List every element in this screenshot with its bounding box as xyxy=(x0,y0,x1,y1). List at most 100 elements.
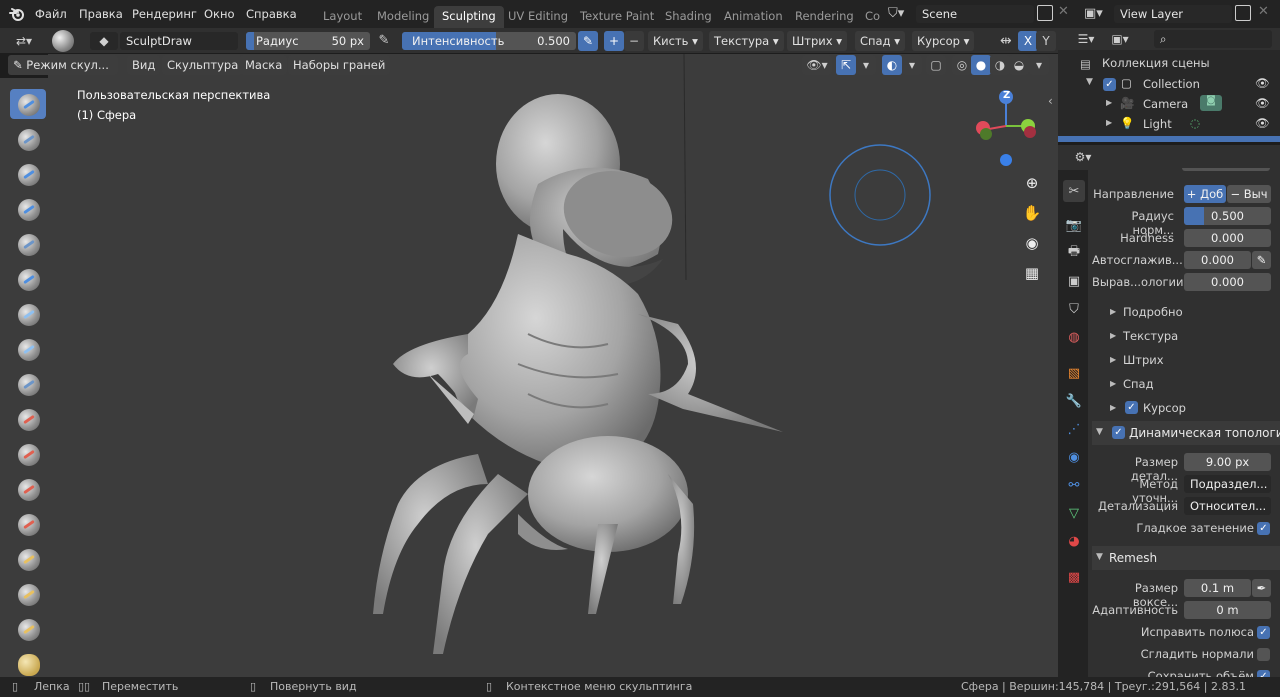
zoom-icon[interactable]: ⊕ xyxy=(1019,170,1045,196)
symmetry-icon[interactable]: ⇹ xyxy=(1000,32,1018,50)
tab-rendering[interactable]: Rendering xyxy=(787,6,862,28)
outliner-item-collection[interactable]: Collection xyxy=(1143,77,1200,91)
menu-view[interactable]: Вид xyxy=(127,55,161,75)
cursor-subpanel[interactable]: Курсор xyxy=(1143,401,1186,415)
camera-data-icon[interactable]: ◙ xyxy=(1200,95,1222,111)
dyntopo-expand-icon[interactable]: ▼ xyxy=(1096,427,1103,437)
sidebar-toggle-icon[interactable]: ‹ xyxy=(1048,94,1053,108)
scene-icon[interactable]: ⛉▾ xyxy=(888,5,912,23)
symmetry-x-toggle[interactable]: X xyxy=(1018,31,1038,51)
normal-radius-slider[interactable]: 0.500 xyxy=(1184,207,1271,225)
material-shading-icon[interactable]: ◑ xyxy=(990,55,1010,75)
tab-compositing[interactable]: Co xyxy=(857,6,881,28)
collection-expand-icon[interactable]: ▼ xyxy=(1086,77,1093,87)
gizmo-toggle-icon[interactable]: ⇱ xyxy=(836,55,856,75)
scene-tab-icon[interactable]: ⛉ xyxy=(1063,298,1085,320)
autosmooth-field[interactable]: 0.000 xyxy=(1184,251,1251,269)
pen-pressure-icon[interactable]: ✎ xyxy=(374,32,394,50)
autosmooth-pressure-icon[interactable]: ✎ xyxy=(1252,251,1271,269)
menu-sculpt[interactable]: Скульптура xyxy=(162,55,244,75)
tool-snake-hook[interactable] xyxy=(10,614,46,644)
direction-add-button[interactable]: + xyxy=(604,31,624,51)
overlay-dropdown-icon[interactable]: ▾ xyxy=(902,55,922,75)
pan-hand-icon[interactable]: ✋ xyxy=(1019,200,1045,226)
voxel-size-field[interactable]: 0.1 m xyxy=(1184,579,1251,597)
render-tab-icon[interactable]: 📷 xyxy=(1063,214,1085,236)
tool-fill[interactable] xyxy=(10,474,46,504)
details-subpanel[interactable]: Подробно xyxy=(1123,305,1183,319)
tab-modeling[interactable]: Modeling xyxy=(369,6,437,28)
brush-dropdown[interactable]: Кисть ▾ xyxy=(648,31,703,51)
collection-visibility-icon[interactable]: 👁 xyxy=(1255,76,1270,90)
menu-file[interactable]: Файл xyxy=(30,5,72,23)
solid-shading-icon[interactable]: ● xyxy=(971,55,991,75)
tool-flatten[interactable] xyxy=(10,439,46,469)
dyntopo-panel-header[interactable]: ▼ ✓ Динамическая топология xyxy=(1092,421,1280,445)
direction-subtract-toggle[interactable]: − Выч xyxy=(1227,185,1271,203)
remesh-expand-icon[interactable]: ▼ xyxy=(1096,552,1103,562)
properties-editor-icon[interactable]: ⚙▾ xyxy=(1068,147,1098,167)
menu-window[interactable]: Окно xyxy=(199,5,240,23)
tool-crease[interactable] xyxy=(10,369,46,399)
constraints-tab-icon[interactable]: ⚯ xyxy=(1063,474,1085,496)
particles-tab-icon[interactable]: ⋰ xyxy=(1063,418,1085,440)
menu-mask[interactable]: Маска xyxy=(240,55,288,75)
gizmo-dropdown-icon[interactable]: ▾ xyxy=(856,55,876,75)
rendered-shading-icon[interactable]: ◒ xyxy=(1009,55,1029,75)
menu-edit[interactable]: Правка xyxy=(74,5,128,23)
strength-pressure-icon[interactable]: ✎ xyxy=(578,31,598,51)
tool-menu-icon[interactable]: ⇄▾ xyxy=(8,31,40,51)
tool-tab-icon[interactable]: ✂ xyxy=(1063,180,1085,202)
tool-inflate[interactable] xyxy=(10,299,46,329)
brush-preview-icon[interactable] xyxy=(52,30,74,52)
mode-dropdown[interactable]: ✎ Режим скул... ▾ xyxy=(8,55,118,92)
direction-subtract-button[interactable]: − xyxy=(624,31,644,51)
new-scene-icon[interactable] xyxy=(1037,5,1053,21)
eyedropper-icon[interactable]: ✒ xyxy=(1252,579,1271,597)
cursor-expand-icon[interactable]: ▶ xyxy=(1110,403,1116,412)
menu-face-sets[interactable]: Наборы граней xyxy=(288,55,391,75)
tool-smooth[interactable] xyxy=(10,404,46,434)
outliner-search-input[interactable]: ⌕ xyxy=(1154,30,1272,48)
stroke-subpanel[interactable]: Штрих xyxy=(1123,353,1164,367)
tab-shading[interactable]: Shading xyxy=(657,6,720,28)
light-expand-icon[interactable]: ▶ xyxy=(1106,118,1112,127)
tool-clay-thumb[interactable] xyxy=(10,229,46,259)
tool-grab[interactable] xyxy=(10,579,46,609)
hardness-field[interactable]: 0.000 xyxy=(1184,229,1271,247)
shading-dropdown-icon[interactable]: ▾ xyxy=(1029,55,1049,75)
tool-layer[interactable] xyxy=(10,264,46,294)
light-visibility-icon[interactable]: 👁 xyxy=(1255,116,1270,130)
cursor-dropdown[interactable]: Курсор ▾ xyxy=(912,31,975,51)
tool-thumb[interactable] xyxy=(10,649,46,679)
view-layer-icon[interactable]: ▣▾ xyxy=(1084,5,1110,23)
strength-slider[interactable]: Интенсивность 0.500 xyxy=(402,32,576,50)
object-tab-icon[interactable]: ▧ xyxy=(1063,362,1085,384)
tab-animation[interactable]: Animation xyxy=(716,6,791,28)
xray-icon[interactable]: ▢ xyxy=(926,55,946,75)
collection-checkbox[interactable]: ✓ xyxy=(1103,78,1116,91)
brush-name-field[interactable]: SculptDraw xyxy=(120,32,238,50)
details-expand-icon[interactable]: ▶ xyxy=(1110,307,1116,316)
tab-texture-paint[interactable]: Texture Paint xyxy=(572,6,662,28)
tool-blob[interactable] xyxy=(10,334,46,364)
stroke-dropdown[interactable]: Штрих ▾ xyxy=(787,31,848,51)
tool-pinch[interactable] xyxy=(10,544,46,574)
camera-expand-icon[interactable]: ▶ xyxy=(1106,98,1112,107)
smooth-normals-checkbox[interactable] xyxy=(1257,648,1270,661)
direction-add-toggle[interactable]: + Доб xyxy=(1184,185,1226,203)
texture-expand-icon[interactable]: ▶ xyxy=(1110,331,1116,340)
view-layer-tab-icon[interactable]: ▣ xyxy=(1063,270,1085,292)
brush-browse-icon[interactable]: ◆ xyxy=(90,32,118,50)
preserve-volume-checkbox[interactable]: ✓ xyxy=(1257,670,1270,677)
output-tab-icon[interactable]: 🖶 xyxy=(1063,242,1085,264)
tab-uv-editing[interactable]: UV Editing xyxy=(500,6,576,28)
data-tab-icon[interactable]: ▽ xyxy=(1063,502,1085,524)
detailing-dropdown[interactable]: Относител... xyxy=(1184,497,1271,515)
tool-scrape[interactable] xyxy=(10,509,46,539)
outliner-item-light[interactable]: Light xyxy=(1143,117,1172,131)
stroke-expand-icon[interactable]: ▶ xyxy=(1110,355,1116,364)
view-layer-field[interactable]: View Layer xyxy=(1114,5,1232,23)
tool-clay[interactable] xyxy=(10,159,46,189)
adaptivity-field[interactable]: 0 m xyxy=(1184,601,1271,619)
